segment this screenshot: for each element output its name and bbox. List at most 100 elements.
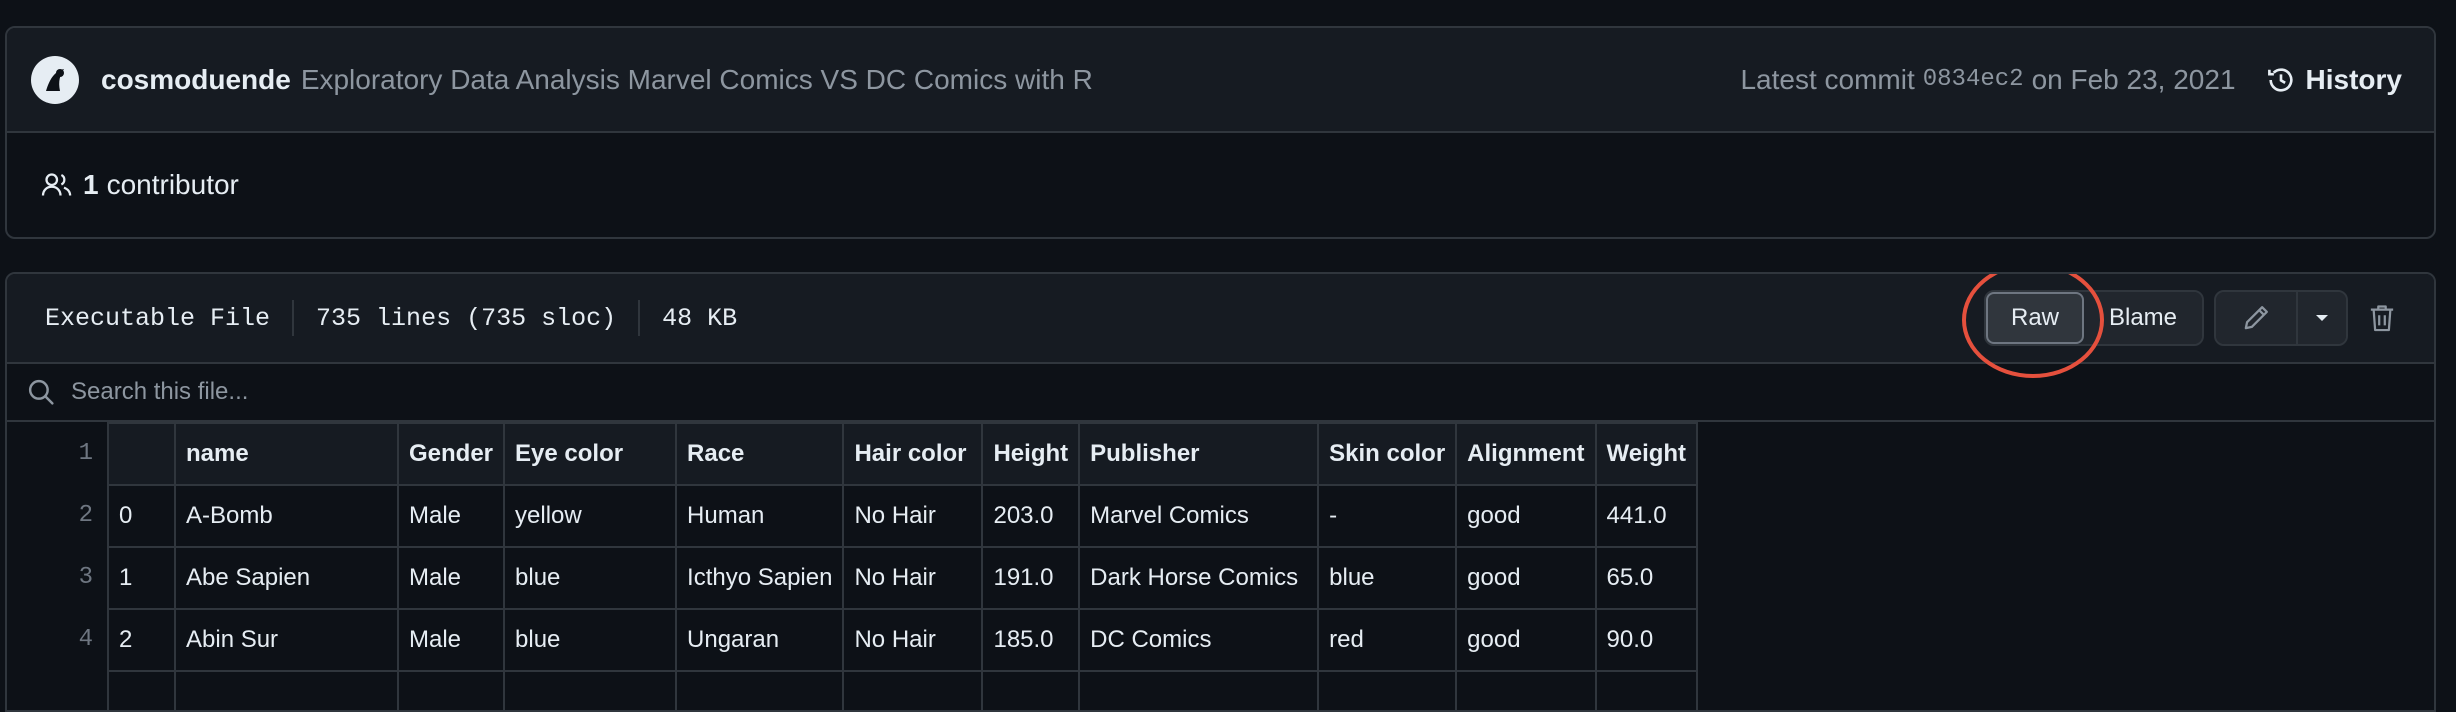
file-viewer: Executable File 735 lines (735 sloc) 48 …: [5, 272, 2436, 712]
csv-table: name Gender Eye color Race Hair color He…: [107, 422, 1699, 710]
table-cell: [1078, 670, 1320, 710]
table-cell: [1455, 670, 1597, 710]
table-cell: 191.0: [981, 546, 1081, 610]
table-cell: Dark Horse Comics: [1078, 546, 1320, 610]
file-actions: Raw Blame: [1962, 274, 2410, 378]
trash-icon: [2370, 305, 2394, 332]
table-cell: 0: [107, 484, 176, 548]
history-label: History: [2305, 63, 2402, 95]
delete-button[interactable]: [2354, 290, 2410, 346]
file-mode: Executable File: [45, 303, 271, 333]
file-size: 48 KB: [662, 303, 738, 333]
file-header: Executable File 735 lines (735 sloc) 48 …: [7, 274, 2434, 378]
line-number-gutter: 1 2 3 4: [7, 422, 107, 710]
column-header: Hair color: [842, 422, 984, 486]
commit-sha-link[interactable]: 0834ec2: [1923, 66, 2024, 93]
search-icon: [28, 379, 54, 405]
contributors-row[interactable]: 1 contributor: [7, 133, 2434, 237]
column-header: name: [174, 422, 399, 486]
avatar[interactable]: [31, 55, 79, 104]
header-row: name Gender Eye color Race Hair color He…: [107, 422, 1699, 486]
pencil-icon: [2244, 306, 2268, 330]
table-row: 1 Abe Sapien Male blue Icthyo Sapien No …: [107, 546, 1699, 610]
people-icon: [41, 173, 72, 196]
table-cell: red: [1317, 608, 1458, 672]
table-cell: good: [1455, 608, 1597, 672]
table-cell: [842, 670, 984, 710]
table-cell: [1594, 670, 1699, 710]
column-header: Skin color: [1317, 422, 1458, 486]
commit-box: cosmoduende Exploratory Data Analysis Ma…: [5, 26, 2436, 239]
table-cell: [1317, 670, 1458, 710]
column-header: [107, 422, 176, 486]
line-number[interactable]: 3: [7, 546, 107, 608]
table-cell: DC Comics: [1078, 608, 1320, 672]
table-cell: [981, 670, 1081, 710]
raw-blame-group: Raw Blame: [1962, 274, 2204, 378]
table-cell: Abe Sapien: [174, 546, 399, 610]
latest-commit-row: cosmoduende Exploratory Data Analysis Ma…: [7, 28, 2434, 133]
table-cell: Icthyo Sapien: [675, 546, 845, 610]
table-cell: yellow: [503, 484, 678, 548]
table-cell: 203.0: [981, 484, 1081, 548]
table-cell: 1: [107, 546, 176, 610]
avatar-image: [46, 68, 64, 91]
history-icon: [2267, 67, 2293, 92]
table-cell: Male: [396, 608, 506, 672]
line-number[interactable]: 1: [7, 422, 107, 484]
commit-message-link[interactable]: Exploratory Data Analysis Marvel Comics …: [301, 64, 1093, 96]
table-cell: No Hair: [842, 608, 984, 672]
table-cell: good: [1455, 484, 1597, 548]
table-cell: good: [1455, 546, 1597, 610]
table-cell: [396, 670, 506, 710]
table-row: [107, 670, 1699, 710]
table-cell: A-Bomb: [174, 484, 399, 548]
table-cell: blue: [503, 608, 678, 672]
edit-dropdown-button[interactable]: [2296, 292, 2346, 344]
file-lines: 735 lines (735 sloc): [316, 303, 617, 333]
table-cell: No Hair: [842, 546, 984, 610]
column-header: Weight: [1594, 422, 1699, 486]
csv-view: 1 2 3 4 name Gender Eye color Race Hair …: [7, 422, 2434, 710]
table-cell: Male: [396, 484, 506, 548]
table-cell: 185.0: [981, 608, 1081, 672]
table-cell: Abin Sur: [174, 608, 399, 672]
latest-commit-label: Latest commit: [1740, 63, 1915, 95]
table-cell: [107, 670, 176, 710]
table-cell: Ungaran: [675, 608, 845, 672]
table-row: 0 A-Bomb Male yellow Human No Hair 203.0…: [107, 484, 1699, 548]
blame-button[interactable]: Blame: [2084, 292, 2202, 344]
column-header: Height: [981, 422, 1081, 486]
line-number[interactable]: 2: [7, 484, 107, 546]
column-header: Eye color: [503, 422, 678, 486]
search-input[interactable]: [69, 377, 869, 407]
edit-button-group: [2214, 290, 2348, 346]
column-header: Race: [675, 422, 845, 486]
table-cell: 441.0: [1594, 484, 1699, 548]
column-header: Gender: [396, 422, 506, 486]
table-cell: 90.0: [1594, 608, 1699, 672]
edit-button[interactable]: [2216, 292, 2296, 344]
search-bar: [7, 364, 2434, 422]
commit-date: on Feb 23, 2021: [2031, 63, 2236, 95]
table-row: 2 Abin Sur Male blue Ungaran No Hair 185…: [107, 608, 1699, 672]
table-cell: Male: [396, 546, 506, 610]
table-cell: [174, 670, 399, 710]
contributor-count: 1: [83, 169, 99, 200]
column-header: Publisher: [1078, 422, 1320, 486]
table-cell: blue: [503, 546, 678, 610]
commit-meta: Latest commit 0834ec2 on Feb 23, 2021 Hi…: [1740, 64, 2402, 96]
contributor-label: contributor: [106, 169, 239, 200]
history-link[interactable]: History: [2266, 64, 2402, 96]
triangle-down-icon: [2316, 315, 2328, 321]
table-cell: -: [1317, 484, 1458, 548]
table-cell: 65.0: [1594, 546, 1699, 610]
commit-author-link[interactable]: cosmoduende: [101, 64, 291, 96]
line-number[interactable]: 4: [7, 608, 107, 670]
table-cell: No Hair: [842, 484, 984, 548]
table-cell: blue: [1317, 546, 1458, 610]
table-cell: [503, 670, 678, 710]
table-cell: Marvel Comics: [1078, 484, 1320, 548]
raw-button[interactable]: Raw: [1986, 292, 2084, 344]
table-cell: [675, 670, 845, 710]
